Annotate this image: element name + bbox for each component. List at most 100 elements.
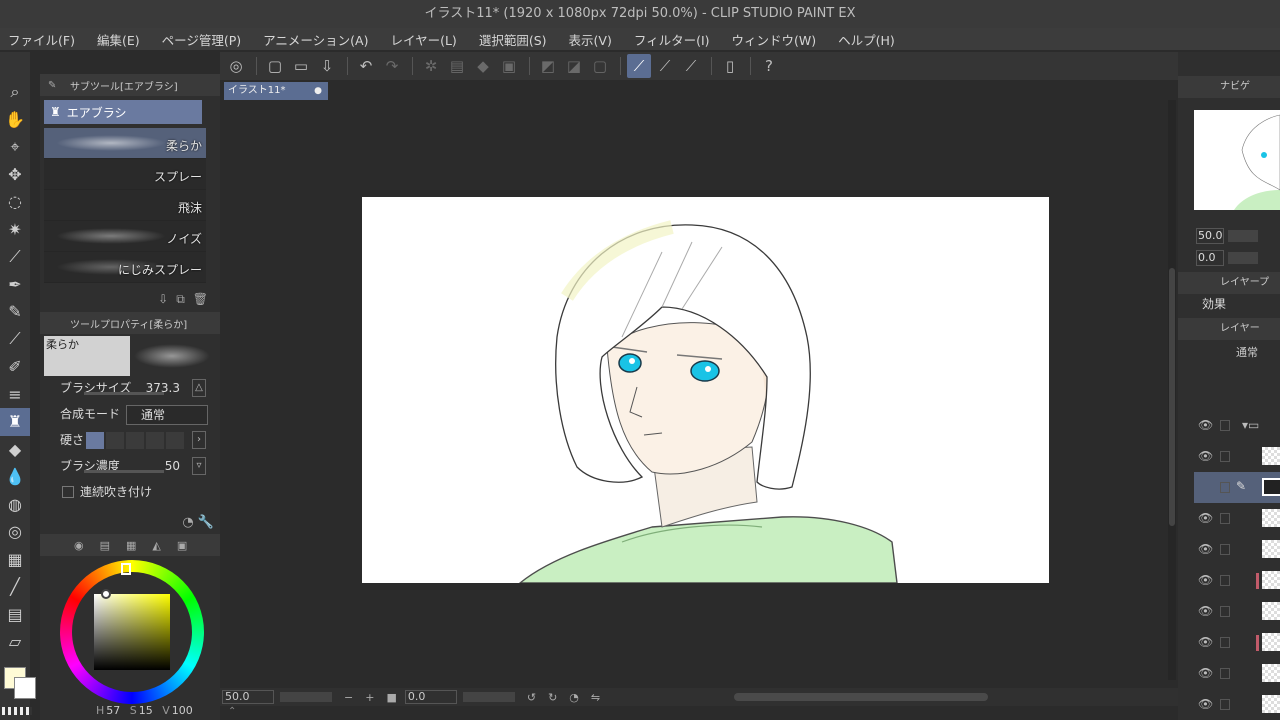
snap-ruler-icon[interactable]: ⟋ — [627, 54, 651, 78]
layer-lock-box[interactable] — [1220, 451, 1230, 462]
layer-lock-box[interactable] — [1220, 513, 1230, 524]
eye-icon[interactable]: 👁 — [1198, 449, 1213, 463]
hatching-tool-icon[interactable]: ≡ — [0, 381, 30, 409]
ruler-tool-icon[interactable]: ▱ — [0, 628, 30, 656]
navigator-zoom-slider[interactable] — [1228, 230, 1258, 242]
reset-icon[interactable]: ◔ — [182, 515, 193, 530]
snap-grid-icon[interactable]: ⟋ — [679, 54, 703, 78]
import-icon[interactable]: ⇩ — [158, 292, 168, 310]
help-icon[interactable]: ? — [757, 54, 781, 78]
flip-icon[interactable]: ⇋ — [591, 691, 600, 704]
move-layer-tool-icon[interactable]: ✥ — [0, 161, 30, 189]
brush-icon[interactable]: ✎ — [48, 80, 70, 91]
layer-row[interactable]: 👁 — [1194, 503, 1280, 534]
navigator-rotation-slider[interactable] — [1228, 252, 1258, 264]
menu-page[interactable]: ページ管理(P) — [162, 30, 242, 49]
brush-tool-icon[interactable]: ⟋ — [0, 326, 30, 354]
navigator-zoom-value[interactable]: 50.0 — [1196, 228, 1224, 244]
decoration-tool-icon[interactable]: ✐ — [0, 353, 30, 381]
layer-row-selected[interactable]: ✎ — [1194, 472, 1280, 503]
hand-tool-icon[interactable]: ✋ — [0, 106, 30, 134]
brush-bleed-spray[interactable]: にじみスプレー — [44, 252, 206, 283]
layer-blend-select[interactable]: 通常 — [1236, 344, 1258, 360]
operation-tool-icon[interactable]: ⌖ — [0, 133, 30, 161]
color-picker-marker[interactable] — [101, 589, 111, 599]
rotate-right-icon[interactable]: ↻ — [548, 691, 557, 704]
menu-filter[interactable]: フィルター(I) — [634, 30, 710, 49]
vertical-scrollbar[interactable] — [1168, 100, 1176, 680]
pen-tool-icon[interactable]: ✒ — [0, 271, 30, 299]
menu-edit[interactable]: 編集(E) — [97, 30, 140, 49]
auto-select-tool-icon[interactable]: ✷ — [0, 216, 30, 244]
open-folder-icon[interactable]: ▭ — [289, 54, 313, 78]
menu-animation[interactable]: アニメーション(A) — [263, 30, 368, 49]
hardness-step[interactable] — [126, 432, 144, 449]
lasso-fill-tool-icon[interactable]: ◎ — [0, 518, 30, 546]
zoom-input[interactable]: 50.0 — [222, 690, 274, 704]
gradient-tool-icon[interactable]: ▦ — [0, 546, 30, 574]
layer-row[interactable]: 👁 — [1194, 596, 1280, 627]
duplicate-icon[interactable]: ⧉ — [176, 292, 185, 310]
redo-icon[interactable]: ↷ — [380, 54, 404, 78]
color-set-tab-icon[interactable]: ▦ — [126, 539, 136, 552]
hue-ring[interactable] — [60, 560, 204, 704]
brush-splash[interactable]: 飛沫 — [44, 190, 206, 221]
hardness-selector[interactable] — [86, 432, 184, 449]
fit-icon[interactable]: ■ — [386, 691, 396, 704]
saturation-value-square[interactable] — [94, 594, 170, 670]
snap-special-ruler-icon[interactable]: ⟋ — [653, 54, 677, 78]
rotate-left-icon[interactable]: ↺ — [527, 691, 536, 704]
eye-icon[interactable]: 👁 — [1198, 697, 1213, 711]
density-slider[interactable] — [84, 470, 164, 473]
eye-icon[interactable]: 👁 — [1198, 666, 1213, 680]
transparent-color-swatch[interactable] — [2, 707, 32, 715]
layer-row[interactable]: 👁 — [1194, 627, 1280, 658]
frame-border-tool-icon[interactable]: ▤ — [0, 601, 30, 629]
eye-icon[interactable]: 👁 — [1198, 418, 1213, 432]
invert-selection-icon[interactable]: ◪ — [562, 54, 586, 78]
wrench-icon[interactable]: 🔧 — [198, 515, 214, 530]
canvas-paper[interactable] — [362, 197, 1049, 583]
layer-row[interactable]: 👁 ▾▭ — [1194, 410, 1280, 441]
save-icon[interactable]: ⇩ — [315, 54, 339, 78]
blend-mode-select[interactable]: 通常 — [126, 405, 208, 425]
hardness-step[interactable] — [146, 432, 164, 449]
layer-row[interactable]: 👁 — [1194, 565, 1280, 596]
device-icon[interactable]: ▯ — [718, 54, 742, 78]
value-value[interactable]: 100 — [172, 704, 193, 717]
menu-file[interactable]: ファイル(F) — [8, 30, 75, 49]
hue-marker[interactable] — [121, 563, 131, 575]
crop-icon[interactable]: ◩ — [536, 54, 560, 78]
fill-icon[interactable]: ▤ — [445, 54, 469, 78]
rotation-input[interactable]: 0.0 — [404, 690, 457, 704]
layer-row[interactable]: 👁 — [1194, 689, 1280, 720]
layer-lock-box[interactable] — [1220, 482, 1230, 493]
zoom-tool-icon[interactable]: ⌕ — [0, 78, 30, 106]
clip-studio-icon[interactable]: ◎ — [224, 54, 248, 78]
brush-size-button[interactable]: △ — [192, 379, 206, 397]
layer-lock-box[interactable] — [1220, 575, 1230, 586]
airbrush-tool-icon[interactable]: ♜ — [0, 408, 30, 436]
hardness-expand-button[interactable]: › — [192, 431, 206, 449]
eye-icon[interactable]: 👁 — [1198, 542, 1213, 556]
figure-tool-icon[interactable]: ╱ — [0, 573, 30, 601]
fill-tool-icon[interactable]: ◍ — [0, 491, 30, 519]
eye-icon[interactable]: 👁 — [1198, 511, 1213, 525]
blend-tool-icon[interactable]: 💧 — [0, 463, 30, 491]
close-tab-icon[interactable]: ● — [314, 82, 322, 100]
lasso-tool-icon[interactable]: ◌ — [0, 188, 30, 216]
vertical-scroll-thumb[interactable] — [1169, 268, 1175, 526]
hardness-step[interactable] — [166, 432, 184, 449]
saturation-value[interactable]: 15 — [139, 704, 153, 717]
brush-size-slider[interactable] — [84, 392, 164, 395]
layer-lock-box[interactable] — [1220, 606, 1230, 617]
hardness-step[interactable] — [106, 432, 124, 449]
selection-border-icon[interactable]: ▢ — [588, 54, 612, 78]
menu-selection[interactable]: 選択範囲(S) — [479, 30, 547, 49]
layer-lock-box[interactable] — [1220, 699, 1230, 710]
density-value[interactable]: 50 — [165, 459, 180, 473]
color-wheel-tab-icon[interactable]: ◉ — [74, 539, 84, 552]
hardness-step[interactable] — [86, 432, 104, 449]
brush-soft[interactable]: 柔らか — [44, 128, 206, 159]
layer-lock-box[interactable] — [1220, 637, 1230, 648]
